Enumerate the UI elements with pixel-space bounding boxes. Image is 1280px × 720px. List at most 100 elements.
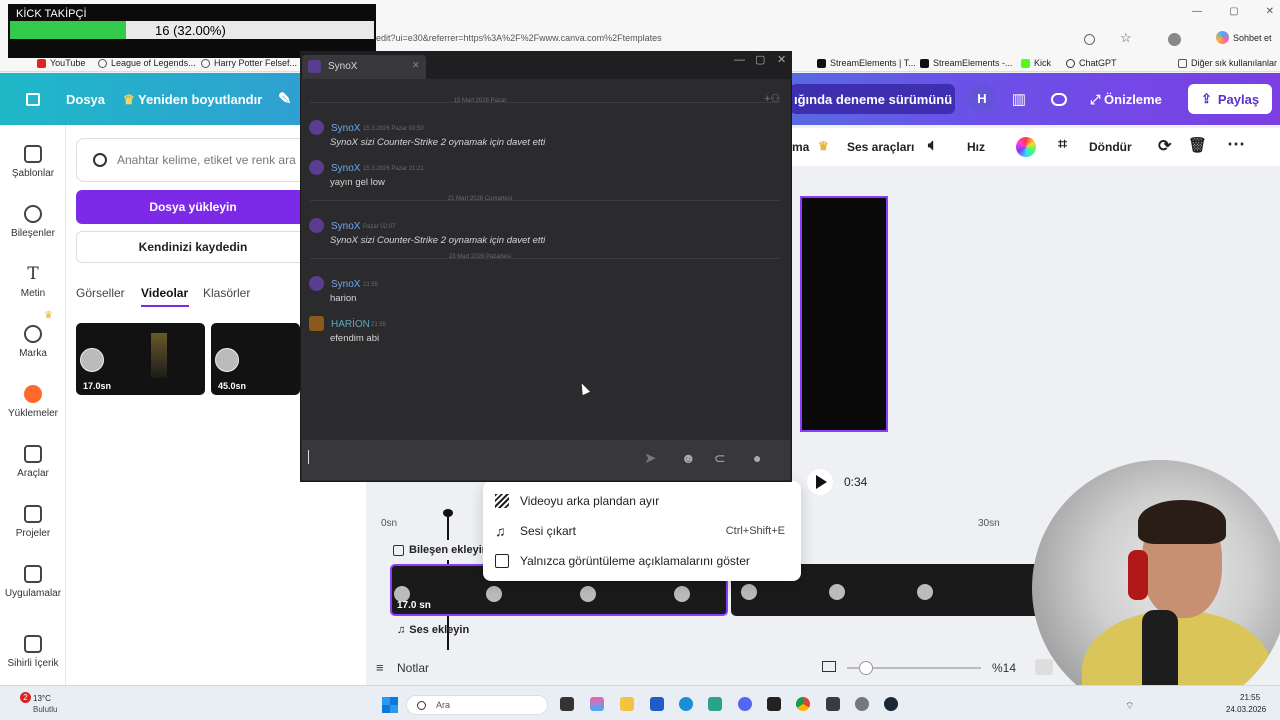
rail-brand[interactable]: Marka (0, 325, 66, 359)
clock-date[interactable]: 24.03.2026 (1226, 705, 1266, 714)
rail-magic-media[interactable]: Sihirli İçerik (0, 635, 66, 669)
message-author[interactable]: SynoX (331, 123, 360, 134)
animate-icon[interactable]: ⟳ (1158, 136, 1171, 156)
emoji-icon[interactable]: ☻ (681, 450, 696, 466)
user-avatar[interactable]: H (968, 84, 996, 112)
settings-icon[interactable] (855, 697, 869, 711)
video-thumbnail[interactable]: 17.0sn (76, 323, 205, 395)
apps-icon (24, 565, 42, 583)
clock-time[interactable]: 21:55 (1240, 693, 1260, 702)
star-icon[interactable]: ☆ (1120, 30, 1132, 46)
store-icon[interactable] (650, 697, 664, 711)
rotate-button[interactable]: Döndür (1089, 140, 1132, 154)
notes-button[interactable]: Notlar (397, 661, 429, 675)
zoom-level[interactable]: %14 (992, 661, 1016, 675)
avatar (309, 120, 324, 135)
task-view-icon[interactable] (560, 697, 574, 711)
speed-button[interactable]: Hız (967, 140, 985, 154)
send-icon[interactable]: ➤ (644, 449, 657, 467)
app-icon[interactable] (767, 697, 781, 711)
rail-templates[interactable]: Şablonlar (0, 145, 66, 179)
message-author[interactable]: SynoX (331, 279, 360, 290)
tray-wifi-icon[interactable]: ⌔ (1125, 700, 1134, 713)
zoom-slider-thumb[interactable] (858, 661, 873, 675)
menu-item-show-captions[interactable]: Yalnızca görüntüleme açıklamalarını göst… (483, 546, 801, 576)
chat-tab[interactable]: SynoX ✕ (302, 55, 426, 79)
maximize-icon[interactable]: ▢ (755, 53, 765, 66)
youtube-icon (37, 58, 46, 68)
preview-button[interactable]: ⤢ Önizleme (1090, 92, 1162, 108)
copilot-icon[interactable] (590, 697, 604, 711)
audio-tools-button[interactable]: Ses araçları (847, 140, 914, 154)
address-bar[interactable]: edit?ui=e30&referrer=https%3A%2F%2Fwww.c… (376, 33, 1230, 49)
bookmark-harry-potter[interactable]: Harry Potter Felsef... (201, 58, 297, 68)
taskbar-search[interactable]: Ara (406, 695, 548, 715)
tab-folders[interactable]: Klasörler (203, 286, 250, 300)
chat-button[interactable]: Sohbet et (1216, 31, 1272, 44)
playhead-knob[interactable] (443, 509, 453, 517)
message-author[interactable]: HARİON (331, 319, 370, 330)
zoom-icon[interactable] (1084, 34, 1095, 45)
trash-icon[interactable]: 🗑︎ (1188, 136, 1207, 154)
grid-view-icon[interactable] (1035, 659, 1053, 675)
video-canvas[interactable] (800, 196, 888, 432)
message-author[interactable]: SynoX (331, 221, 360, 232)
search-input[interactable]: Anahtar kelime, etiket ve renk ara (76, 138, 316, 182)
minimize-icon[interactable]: — (1192, 6, 1202, 17)
bookmark-streamelements-2[interactable]: StreamElements -... (920, 58, 1013, 68)
bookmark-kick[interactable]: Kick (1021, 58, 1051, 68)
minimize-icon[interactable]: — (734, 54, 745, 66)
weather-desc[interactable]: Bulutlu (33, 705, 57, 714)
edge-icon[interactable] (679, 697, 693, 711)
app-icon[interactable] (826, 697, 840, 711)
bookmark-streamelements-1[interactable]: StreamElements | T... (817, 58, 916, 68)
bookmark-chatgpt[interactable]: ChatGPT (1066, 58, 1117, 68)
bookmark-league[interactable]: League of Legends... (98, 58, 196, 68)
attach-icon[interactable]: ⊂ (714, 450, 726, 467)
rail-projects[interactable]: Projeler (0, 505, 66, 539)
chrome-icon[interactable] (796, 697, 810, 711)
tab-videos[interactable]: Videolar (141, 286, 188, 300)
profile-avatar[interactable] (1168, 33, 1181, 46)
maximize-icon[interactable]: ▢ (1229, 6, 1238, 17)
tab-images[interactable]: Görseller (76, 286, 125, 300)
close-icon[interactable]: ✕ (777, 53, 786, 66)
volume-icon[interactable]: 🔈︎ (928, 137, 938, 155)
windows-start-icon[interactable] (382, 697, 398, 713)
play-icon[interactable] (806, 468, 834, 496)
voice-icon[interactable]: ● (753, 450, 761, 466)
bookmark-other[interactable]: Diğer sık kullanılanlar (1178, 58, 1277, 68)
more-icon[interactable]: ⋯ (1227, 134, 1245, 155)
explorer-icon[interactable] (620, 697, 634, 711)
insights-icon[interactable]: ▥ (1003, 84, 1035, 114)
menu-item-extract-audio[interactable]: ♫ Sesi çıkart Ctrl+Shift+E (483, 516, 801, 546)
crop-icon[interactable]: ⌗ (1058, 136, 1067, 154)
thumbnail-duration: 45.0sn (218, 381, 247, 391)
share-button[interactable]: ⇪ Paylaş (1188, 84, 1272, 114)
page-view-icon[interactable] (822, 661, 836, 672)
notes-icon[interactable]: ≡ (376, 660, 384, 675)
weather-temp[interactable]: 13°C (33, 694, 51, 703)
add-audio-button[interactable]: ♫ Ses ekleyin (397, 624, 469, 636)
rail-elements[interactable]: Bileşenler (0, 205, 66, 239)
comment-icon[interactable] (1043, 84, 1075, 114)
discord-icon[interactable] (738, 697, 752, 711)
rail-tools[interactable]: Araçlar (0, 445, 66, 479)
rail-uploads[interactable]: Yüklemeler (0, 385, 66, 419)
toolbar-partial-label[interactable]: ma (792, 140, 809, 154)
close-icon[interactable]: ✕ (1266, 6, 1274, 17)
steam-icon[interactable] (884, 697, 898, 711)
video-thumbnail[interactable]: 45.0sn (211, 323, 300, 395)
add-elements-button[interactable]: Bileşen ekleyin (393, 540, 493, 560)
menu-item-remove-background[interactable]: Videoyu arka plandan ayır (483, 486, 801, 516)
chat-message-input[interactable]: ➤ ☻ ⊂ ● (302, 440, 790, 480)
avatar (309, 316, 324, 331)
app-icon[interactable] (708, 697, 722, 711)
close-tab-icon[interactable]: ✕ (412, 60, 420, 71)
rail-text[interactable]: T Metin (0, 265, 66, 299)
crown-icon: ♛ (818, 139, 829, 153)
bookmark-youtube[interactable]: YouTube (37, 58, 85, 68)
rail-apps[interactable]: Uygulamalar (0, 565, 66, 599)
message-author[interactable]: SynoX (331, 163, 360, 174)
color-picker-icon[interactable] (1016, 137, 1036, 157)
